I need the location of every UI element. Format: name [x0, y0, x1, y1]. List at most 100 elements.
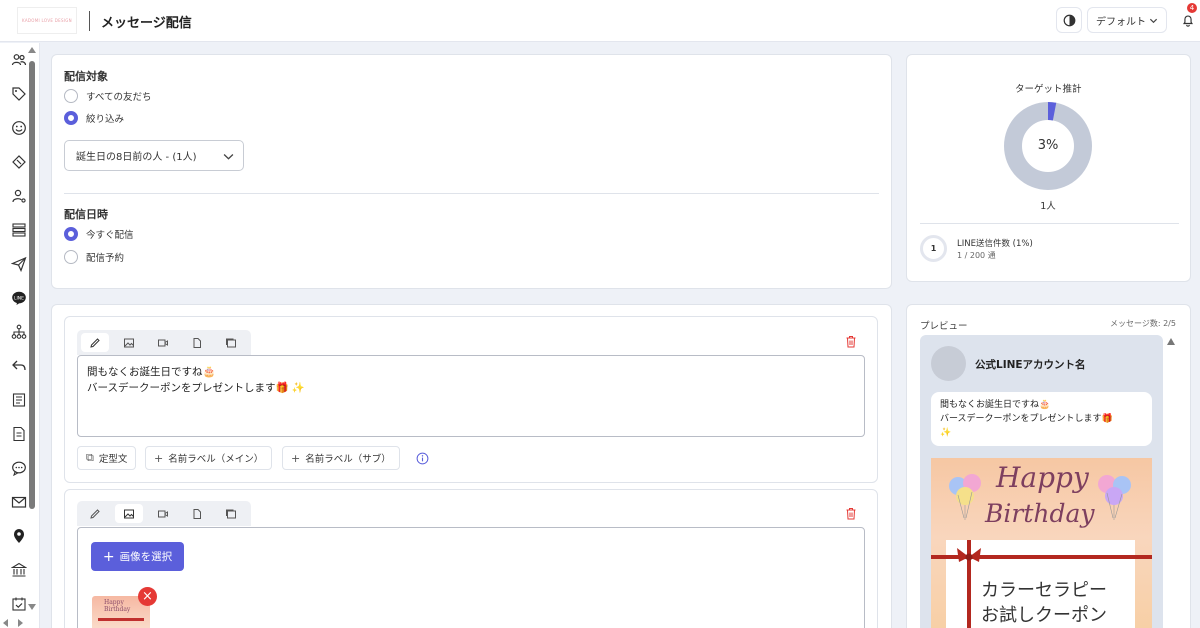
user-settings-icon[interactable]: [11, 188, 27, 204]
reply-icon[interactable]: [11, 358, 27, 374]
smile-icon[interactable]: [11, 120, 27, 136]
scroll-down-arrow[interactable]: [28, 604, 36, 610]
list-icon[interactable]: [11, 222, 27, 238]
chevron-down-icon: [1149, 18, 1158, 24]
avatar: [931, 346, 966, 381]
tab-file[interactable]: [183, 333, 211, 352]
gallery-icon: [226, 509, 236, 518]
message-count: メッセージ数: 2/5: [1110, 319, 1176, 328]
estimate-title: ターゲット推計: [1015, 84, 1082, 95]
donut-count: 1人: [1040, 201, 1056, 212]
coupon-line-1: カラーセラピー: [981, 580, 1107, 601]
message-line-2: バースデークーポンをプレゼントします🎁 ✨: [87, 382, 305, 394]
scroll-right-arrow[interactable]: [18, 619, 23, 627]
theme-toggle-button[interactable]: [1056, 7, 1082, 33]
tag-icon[interactable]: [11, 86, 27, 102]
section-divider: [64, 193, 879, 194]
pencil-icon: [90, 508, 100, 519]
message-type-tabs: [77, 501, 251, 526]
tab-image[interactable]: [115, 333, 143, 352]
bubble-line-1: 間もなくお誕生日ですね🎂: [940, 400, 1051, 410]
brand-logo[interactable]: KADOMI LOVE DESIGN: [17, 7, 77, 34]
sidebar: LINE: [0, 43, 40, 628]
chat-icon[interactable]: [11, 460, 27, 477]
image-icon: [124, 338, 134, 347]
video-icon: [158, 339, 168, 346]
flow-icon[interactable]: [11, 324, 27, 340]
pencil-icon: [90, 337, 100, 348]
name-label-sub-button[interactable]: + 名前ラベル（サブ）: [282, 446, 400, 470]
estimate-divider: [920, 223, 1179, 224]
form-icon[interactable]: [11, 426, 27, 442]
document-list-icon[interactable]: [11, 392, 27, 408]
display-mode-select[interactable]: デフォルト: [1087, 7, 1167, 33]
send-icon[interactable]: [10, 256, 27, 273]
message-textarea[interactable]: 間もなくお誕生日ですね🎂 バースデークーポンをプレゼントします🎁 ✨: [77, 355, 865, 437]
coupon-line-2: お試しクーポン: [981, 605, 1107, 626]
calendar-check-icon[interactable]: [11, 596, 27, 612]
ticket-icon[interactable]: [11, 154, 27, 170]
message-line-1: 間もなくお誕生日ですね🎂: [87, 366, 216, 378]
tab-video[interactable]: [149, 504, 177, 523]
preview-scroll-up-arrow[interactable]: [1167, 338, 1175, 345]
donut-target-slice: [1047, 102, 1057, 121]
radio-filter[interactable]: 絞り込み: [64, 111, 124, 125]
remove-image-button[interactable]: ×: [138, 587, 157, 606]
template-text-button[interactable]: ⧉ 定型文: [77, 446, 137, 470]
tab-video[interactable]: [149, 333, 177, 352]
trash-icon[interactable]: [845, 335, 857, 348]
image-icon: [124, 509, 134, 518]
video-icon: [158, 510, 168, 517]
tab-file[interactable]: [183, 504, 211, 523]
info-icon[interactable]: [416, 452, 429, 465]
chip-label: 名前ラベル（メイン）: [168, 454, 264, 465]
bank-icon[interactable]: [10, 562, 28, 578]
header-divider: [89, 11, 90, 31]
thumb-ribbon: [98, 618, 144, 621]
scroll-left-arrow[interactable]: [3, 619, 8, 627]
top-header: KADOMI LOVE DESIGN メッセージ配信 デフォルト 4: [0, 0, 1200, 42]
plus-icon: +: [102, 548, 115, 565]
sidebar-scrollbar[interactable]: [29, 61, 35, 509]
name-label-main-button[interactable]: + 名前ラベル（メイン）: [145, 446, 273, 470]
line-send-label: LINE送信件数 (1%): [957, 239, 1033, 249]
mail-icon[interactable]: [11, 494, 27, 510]
plus-icon: +: [291, 451, 301, 465]
radio-all-friends[interactable]: すべての友だち: [64, 89, 151, 103]
tab-text[interactable]: [81, 504, 109, 523]
radio-schedule[interactable]: 配信予約: [64, 250, 124, 264]
radio-circle-selected[interactable]: [64, 111, 78, 125]
location-icon[interactable]: [11, 528, 27, 544]
gallery-icon: [226, 338, 236, 347]
schedule-label: 配信日時: [64, 208, 108, 221]
filter-select-value: 誕生日の8日前の人 - (1人): [76, 152, 197, 163]
file-icon: [193, 508, 201, 519]
svg-text:LINE: LINE: [14, 296, 24, 302]
radio-circle[interactable]: [64, 250, 78, 264]
radio-send-now[interactable]: 今すぐ配信: [64, 227, 134, 241]
tab-text[interactable]: [81, 333, 109, 352]
radio-circle[interactable]: [64, 89, 78, 103]
bow-icon: [957, 548, 981, 562]
scroll-up-arrow[interactable]: [28, 47, 36, 53]
radio-label: 配信予約: [86, 253, 125, 264]
tab-image[interactable]: [115, 504, 143, 523]
radio-circle-selected[interactable]: [64, 227, 78, 241]
target-label: 配信対象: [64, 70, 108, 83]
contrast-icon: [1063, 14, 1075, 26]
line-send-sub: 1 / 200 通: [957, 251, 996, 260]
tab-gallery[interactable]: [217, 333, 245, 352]
users-icon[interactable]: [11, 52, 27, 68]
balloons-icon: [1098, 475, 1131, 520]
bell-icon[interactable]: [1181, 13, 1195, 27]
tab-gallery[interactable]: [217, 504, 245, 523]
filter-select[interactable]: 誕生日の8日前の人 - (1人): [64, 140, 244, 171]
preview-message-bubble: 間もなくお誕生日ですね🎂 バースデークーポンをプレゼントします🎁 ✨: [931, 392, 1152, 446]
select-image-button[interactable]: + 画像を選択: [91, 542, 184, 571]
trash-icon[interactable]: [845, 507, 857, 520]
radio-label: 今すぐ配信: [86, 230, 134, 241]
radio-label: すべての友だち: [86, 92, 152, 103]
preview-image-happy: Happy: [996, 461, 1089, 494]
line-icon[interactable]: LINE: [11, 290, 27, 306]
chip-label: 定型文: [98, 454, 128, 465]
